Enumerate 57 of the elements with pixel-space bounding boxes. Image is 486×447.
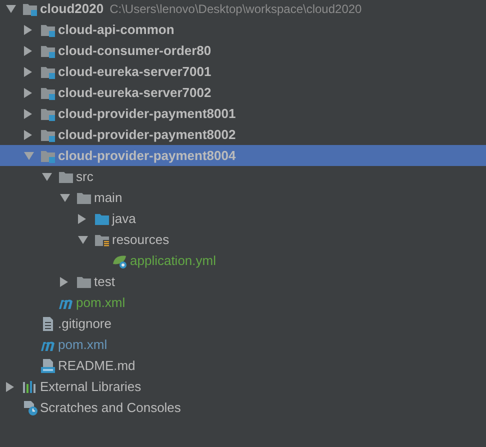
expand-arrow-icon[interactable] [24, 46, 32, 56]
tree-row[interactable]: .gitignore [0, 313, 486, 334]
expand-arrow-icon[interactable] [6, 382, 14, 392]
tree-item-label: src [76, 168, 94, 186]
expand-arrow-icon[interactable] [24, 88, 32, 98]
tree-item-label: cloud-api-common [58, 20, 174, 39]
project-path: C:\Users\lenovo\Desktop\workspace\cloud2020 [110, 0, 362, 18]
tree-item-label: pom.xml [58, 336, 108, 354]
tree-item-label: cloud-provider-payment8002 [58, 126, 236, 144]
tree-row[interactable]: cloud-eureka-server7002 [0, 82, 486, 103]
scratch-file-icon [22, 400, 38, 416]
tree-item-label: cloud-eureka-server7002 [58, 84, 212, 102]
tree-item-label: Scratches and Consoles [40, 398, 181, 417]
tree-item-label: cloud-provider-payment8004 [58, 146, 236, 165]
markdown-file-icon [40, 358, 56, 374]
tree-item-label: pom.xml [76, 294, 126, 312]
expand-arrow-icon[interactable] [24, 130, 32, 140]
expand-arrow-icon[interactable] [78, 214, 86, 224]
tree-row[interactable]: cloud-eureka-server7001 [0, 61, 486, 82]
tree-row[interactable]: java [0, 208, 486, 229]
expand-arrow-icon[interactable] [24, 108, 32, 118]
tree-item-label: cloud-eureka-server7001 [58, 62, 212, 81]
tree-item-label: test [94, 272, 115, 291]
collapse-arrow-icon[interactable] [78, 236, 88, 244]
tree-row[interactable]: src [0, 166, 486, 187]
tree-row[interactable]: External Libraries [0, 376, 486, 397]
tree-row[interactable]: pom.xml [0, 334, 486, 355]
tree-item-label: .gitignore [58, 314, 112, 333]
tree-item-label: cloud-consumer-order80 [58, 42, 212, 60]
libraries-icon [22, 378, 38, 394]
tree-row[interactable]: pom.xml [0, 292, 486, 313]
tree-item-label: External Libraries [40, 378, 142, 396]
tree-item-label: java [112, 210, 136, 228]
tree-item-label: cloud-provider-payment8001 [58, 104, 236, 123]
expand-arrow-icon[interactable] [60, 276, 68, 286]
tree-row[interactable]: README.md [0, 355, 486, 376]
collapse-arrow-icon[interactable] [42, 172, 52, 180]
tree-item-label: README.md [58, 356, 136, 375]
tree-row[interactable]: Scratches and Consoles [0, 397, 486, 418]
tree-row[interactable]: resources [0, 229, 486, 250]
tree-row[interactable]: cloud-provider-payment8001 [0, 103, 486, 124]
expand-arrow-icon[interactable] [24, 24, 32, 34]
tree-row[interactable]: cloud-api-common [0, 19, 486, 40]
tree-row[interactable]: test [0, 271, 486, 292]
expand-arrow-icon[interactable] [24, 66, 32, 76]
tree-item-label: main [94, 188, 122, 207]
tree-item-label: resources [112, 230, 170, 249]
tree-row[interactable]: application.yml [0, 250, 486, 271]
file-icon [40, 316, 56, 332]
tree-row[interactable]: cloud-provider-payment8002 [0, 124, 486, 145]
collapse-arrow-icon[interactable] [60, 194, 70, 202]
tree-item-label: application.yml [130, 252, 216, 270]
tree-row[interactable]: cloud-consumer-order80 [0, 40, 486, 61]
tree-row[interactable]: main [0, 187, 486, 208]
tree-item-label: cloud2020 [40, 0, 104, 18]
tree-row[interactable]: cloud2020 C:\Users\lenovo\Desktop\workspace\cloud2020 [0, 0, 486, 19]
collapse-arrow-icon[interactable] [6, 4, 16, 12]
